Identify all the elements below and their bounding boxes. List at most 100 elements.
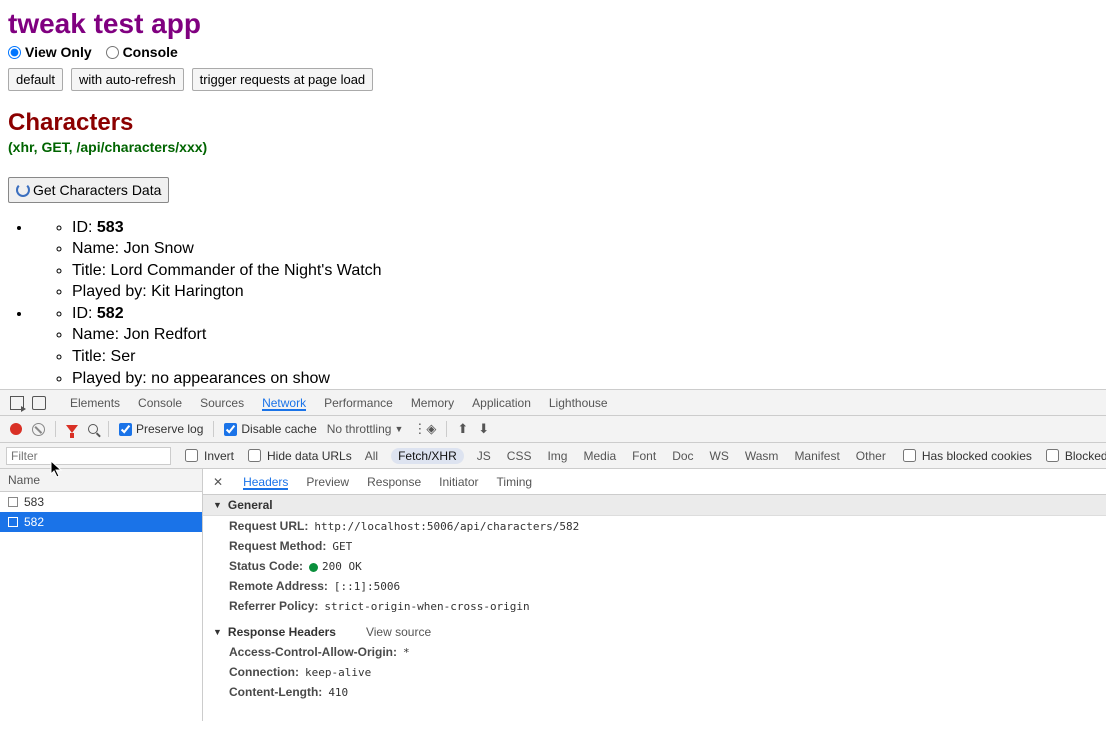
filter-icon[interactable] [66,425,78,433]
get-characters-label: Get Characters Data [33,182,161,198]
detail-tab-timing[interactable]: Timing [497,475,533,489]
tab-elements[interactable]: Elements [70,396,120,410]
kv-request-url: Request URL:http://localhost:5006/api/ch… [203,516,1106,536]
request-list: Name 583 582 [0,469,203,721]
general-section-header[interactable]: ▼ General [203,495,1106,516]
throttling-select[interactable]: No throttling ▼ [327,422,404,436]
preserve-log-toggle[interactable]: Preserve log [119,422,203,436]
filter-type-doc[interactable]: Doc [669,448,696,464]
characters-heading: Characters [8,109,1098,137]
tab-sources[interactable]: Sources [200,396,244,410]
view-only-text: View Only [25,44,92,60]
devtools-panel: Elements Console Sources Network Perform… [0,389,1106,721]
network-body: Name 583 582 ✕ Headers Preview Response … [0,469,1106,721]
request-type-icon [8,517,18,527]
tab-performance[interactable]: Performance [324,396,393,410]
request-detail: ✕ Headers Preview Response Initiator Tim… [203,469,1106,721]
upload-har-icon[interactable]: ⬆ [457,421,468,437]
status-ok-icon [309,563,318,572]
blocked-requests-toggle[interactable]: Blocked Requests [1042,446,1106,465]
chevron-down-icon: ▼ [394,424,403,434]
invert-toggle[interactable]: Invert [181,446,234,465]
filter-type-ws[interactable]: WS [707,448,732,464]
filter-input[interactable] [6,447,171,465]
kv-status-code: Status Code:200 OK [203,556,1106,576]
filter-type-font[interactable]: Font [629,448,659,464]
detail-tab-headers[interactable]: Headers [243,475,288,489]
view-only-radio[interactable] [8,46,21,59]
get-characters-button[interactable]: Get Characters Data [8,177,169,203]
filter-type-media[interactable]: Media [580,448,619,464]
detail-tab-preview[interactable]: Preview [306,475,349,489]
loading-spinner-icon [16,183,30,197]
disable-cache-checkbox[interactable] [224,423,237,436]
char-name: Name: Jon Snow [72,238,1098,260]
tab-lighthouse[interactable]: Lighthouse [549,396,608,410]
blocked-cookies-toggle[interactable]: Has blocked cookies [899,446,1032,465]
kv-acao: Access-Control-Allow-Origin:* [203,642,1106,662]
app-page: tweak test app View Only Console default… [0,0,1106,389]
download-har-icon[interactable]: ⬇ [478,421,489,437]
device-toolbar-icon[interactable] [32,396,46,410]
filter-type-other[interactable]: Other [853,448,889,464]
clear-icon[interactable] [32,423,45,436]
filter-type-css[interactable]: CSS [504,448,535,464]
filter-type-manifest[interactable]: Manifest [791,448,842,464]
char-name: Name: Jon Redfort [72,324,1098,346]
filter-type-fetchxhr[interactable]: Fetch/XHR [391,448,464,464]
request-row[interactable]: 583 [0,492,202,512]
tab-application[interactable]: Application [472,396,531,410]
devtools-tabs: Elements Console Sources Network Perform… [0,390,1106,416]
char-id: ID: 582 [72,303,1098,325]
tab-network[interactable]: Network [262,396,306,410]
trigger-requests-button[interactable]: trigger requests at page load [192,68,374,91]
network-conditions-icon[interactable]: ⋮◈ [413,421,436,437]
network-toolbar: Preserve log Disable cache No throttling… [0,416,1106,443]
record-icon[interactable] [10,423,22,435]
char-played: Played by: Kit Harington [72,281,1098,303]
filter-type-wasm[interactable]: Wasm [742,448,782,464]
request-row[interactable]: 582 [0,512,202,532]
view-source-link[interactable]: View source [366,625,431,639]
console-radio[interactable] [106,46,119,59]
default-button[interactable]: default [8,68,63,91]
console-text: Console [123,44,178,60]
tab-memory[interactable]: Memory [411,396,454,410]
kv-connection: Connection:keep-alive [203,662,1106,682]
disclosure-triangle-icon: ▼ [213,500,222,510]
kv-referrer-policy: Referrer Policy:strict-origin-when-cross… [203,596,1106,616]
char-id: ID: 583 [72,217,1098,239]
console-radio-label[interactable]: Console [106,44,178,60]
close-detail-icon[interactable]: ✕ [213,475,223,489]
disable-cache-toggle[interactable]: Disable cache [224,422,316,436]
preserve-log-checkbox[interactable] [119,423,132,436]
kv-remote-address: Remote Address:[::1]:5006 [203,576,1106,596]
inspect-element-icon[interactable] [10,396,24,410]
view-only-radio-label[interactable]: View Only [8,44,92,60]
list-item: ID: 583 Name: Jon Snow Title: Lord Comma… [32,217,1098,303]
request-type-icon [8,497,18,507]
kv-request-method: Request Method:GET [203,536,1106,556]
auto-refresh-button[interactable]: with auto-refresh [71,68,184,91]
app-title: tweak test app [8,8,1098,40]
filter-type-js[interactable]: JS [474,448,494,464]
detail-tabs: ✕ Headers Preview Response Initiator Tim… [203,469,1106,495]
char-title: Title: Ser [72,346,1098,368]
filter-type-all[interactable]: All [362,448,381,464]
hide-data-urls-toggle[interactable]: Hide data URLs [244,446,352,465]
mode-buttons: default with auto-refresh trigger reques… [8,68,1098,91]
characters-list: ID: 583 Name: Jon Snow Title: Lord Comma… [32,217,1098,390]
tab-console[interactable]: Console [138,396,182,410]
filter-type-img[interactable]: Img [544,448,570,464]
detail-tab-response[interactable]: Response [367,475,421,489]
request-list-header: Name [0,469,202,492]
view-mode-radios: View Only Console [8,44,1098,62]
char-played: Played by: no appearances on show [72,368,1098,390]
search-icon[interactable] [88,424,98,434]
list-item: ID: 582 Name: Jon Redfort Title: Ser Pla… [32,303,1098,389]
detail-tab-initiator[interactable]: Initiator [439,475,478,489]
network-filter-row: Invert Hide data URLs All Fetch/XHR JS C… [0,443,1106,469]
disclosure-triangle-icon: ▼ [213,627,222,637]
char-title: Title: Lord Commander of the Night's Wat… [72,260,1098,282]
response-headers-section-header[interactable]: ▼ Response Headers View source [203,622,1106,642]
